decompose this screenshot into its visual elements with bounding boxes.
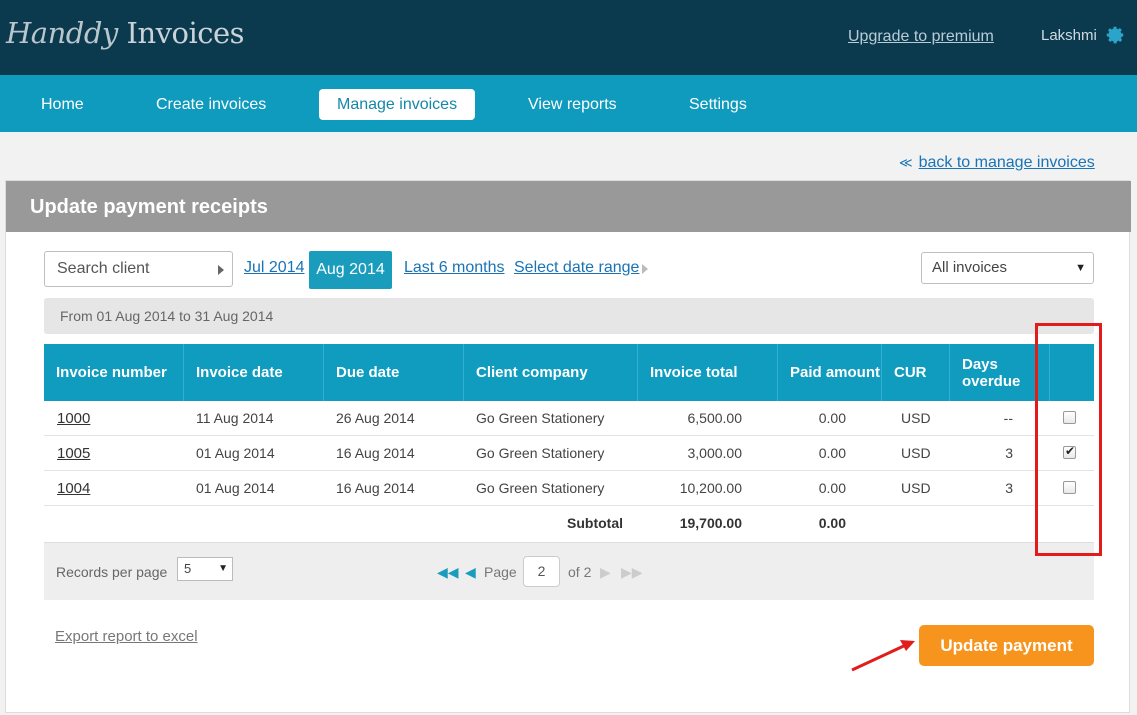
dropdown-arrow-icon: ▼ bbox=[1075, 262, 1086, 274]
column-header-paid-amount[interactable]: Paid amount bbox=[778, 344, 882, 401]
main-nav: Home Create invoices Manage invoices Vie… bbox=[0, 75, 1137, 132]
invoice-date: 01 Aug 2014 bbox=[196, 445, 275, 461]
app-logo[interactable]: Handdy Invoices bbox=[6, 16, 245, 50]
search-client-label: Search client bbox=[57, 260, 150, 277]
days-overdue: -- bbox=[1003, 410, 1013, 426]
invoice-total: 6,500.00 bbox=[687, 410, 743, 426]
invoice-filter-select[interactable]: All invoices ▼ bbox=[921, 252, 1094, 284]
update-payment-button[interactable]: Update payment bbox=[919, 625, 1094, 666]
invoice-date: 01 Aug 2014 bbox=[196, 480, 275, 496]
top-bar: Handdy Invoices Upgrade to premium Laksh… bbox=[0, 0, 1137, 75]
column-header-invoice-total[interactable]: Invoice total bbox=[638, 344, 778, 401]
back-link-label: back to manage invoices bbox=[918, 154, 1095, 171]
export-report-link[interactable]: Export report to excel bbox=[55, 628, 198, 645]
page-number-input[interactable]: 2 bbox=[523, 556, 560, 587]
logo-text: Invoices bbox=[117, 16, 245, 50]
subtotal-invoice-total: 19,700.00 bbox=[679, 515, 742, 531]
invoice-date: 11 Aug 2014 bbox=[196, 410, 274, 426]
date-range-text: From 01 Aug 2014 to 31 Aug 2014 bbox=[44, 298, 1094, 334]
gear-icon[interactable] bbox=[1104, 24, 1126, 46]
first-page-icon[interactable]: ◀◀ bbox=[437, 564, 459, 581]
nav-item-create-invoices[interactable]: Create invoices bbox=[156, 89, 266, 120]
column-header-currency[interactable]: CUR bbox=[882, 344, 950, 401]
pointer-arrow-icon bbox=[851, 640, 915, 672]
update-payment-panel: Update payment receipts Search client Ju… bbox=[5, 180, 1131, 713]
column-header-client-company[interactable]: Client company bbox=[464, 344, 638, 401]
invoice-number-link[interactable]: 1005 bbox=[57, 445, 90, 462]
table-row: 1004 01 Aug 2014 16 Aug 2014 Go Green St… bbox=[44, 471, 1094, 506]
days-overdue: 3 bbox=[1005, 480, 1013, 496]
due-date: 26 Aug 2014 bbox=[336, 410, 415, 426]
currency: USD bbox=[901, 410, 931, 426]
page-label: Page bbox=[484, 564, 517, 580]
paid-amount: 0.00 bbox=[818, 445, 846, 461]
table-row: 1005 01 Aug 2014 16 Aug 2014 Go Green St… bbox=[44, 436, 1094, 471]
date-filter-aug-2014[interactable]: Aug 2014 bbox=[309, 251, 392, 289]
client-company: Go Green Stationery bbox=[476, 480, 605, 496]
logo-script: Handdy bbox=[6, 16, 118, 50]
currency: USD bbox=[901, 480, 931, 496]
page-total-label: of 2 bbox=[568, 564, 592, 580]
back-to-manage-invoices-link[interactable]: ≪ back to manage invoices bbox=[899, 154, 1095, 172]
column-header-due-date[interactable]: Due date bbox=[324, 344, 464, 401]
column-header-invoice-date[interactable]: Invoice date bbox=[184, 344, 324, 401]
date-filter-select-range[interactable]: Select date range bbox=[514, 259, 639, 277]
paid-amount: 0.00 bbox=[818, 480, 846, 496]
records-per-page-label: Records per page bbox=[56, 564, 168, 580]
date-filter-last-6-months[interactable]: Last 6 months bbox=[404, 259, 505, 277]
table-header: Invoice number Invoice date Due date Cli… bbox=[44, 344, 1094, 401]
date-filter-jul-2014[interactable]: Jul 2014 bbox=[244, 259, 305, 277]
invoice-total: 3,000.00 bbox=[687, 445, 743, 461]
invoice-total: 10,200.00 bbox=[679, 480, 742, 496]
previous-page-icon[interactable]: ◀ bbox=[465, 564, 476, 581]
highlight-box bbox=[1035, 323, 1102, 556]
double-chevron-left-icon: ≪ bbox=[899, 155, 913, 170]
last-page-icon[interactable]: ▶▶ bbox=[621, 564, 643, 581]
upgrade-link[interactable]: Upgrade to premium bbox=[848, 28, 994, 46]
subtotal-label: Subtotal bbox=[567, 515, 623, 531]
client-company: Go Green Stationery bbox=[476, 410, 605, 426]
table-row: 1000 11 Aug 2014 26 Aug 2014 Go Green St… bbox=[44, 401, 1094, 436]
user-name[interactable]: Lakshmi bbox=[1041, 27, 1097, 44]
subtotal-paid-amount: 0.00 bbox=[818, 515, 846, 531]
caret-right-icon bbox=[218, 265, 224, 275]
invoice-number-link[interactable]: 1000 bbox=[57, 410, 90, 427]
currency: USD bbox=[901, 445, 931, 461]
invoice-number-link[interactable]: 1004 bbox=[57, 480, 90, 497]
records-per-page-select[interactable]: 5 ▼ bbox=[177, 557, 233, 581]
due-date: 16 Aug 2014 bbox=[336, 445, 415, 461]
page-title: Update payment receipts bbox=[30, 196, 268, 218]
next-page-icon[interactable]: ▶ bbox=[600, 564, 611, 581]
table-footer: Records per page 5 ▼ ◀◀ ◀ Page 2 of 2 ▶ … bbox=[44, 542, 1094, 600]
due-date: 16 Aug 2014 bbox=[336, 480, 415, 496]
client-company: Go Green Stationery bbox=[476, 445, 605, 461]
paid-amount: 0.00 bbox=[818, 410, 846, 426]
records-per-page-value: 5 bbox=[184, 561, 192, 576]
panel-header: Update payment receipts bbox=[6, 181, 1131, 232]
nav-item-home[interactable]: Home bbox=[41, 89, 84, 120]
invoice-filter-value: All invoices bbox=[932, 259, 1008, 276]
nav-item-manage-invoices[interactable]: Manage invoices bbox=[319, 89, 476, 120]
caret-right-icon bbox=[642, 264, 648, 274]
nav-item-settings[interactable]: Settings bbox=[689, 89, 747, 120]
days-overdue: 3 bbox=[1005, 445, 1013, 461]
subtotal-row: Subtotal 19,700.00 0.00 bbox=[44, 506, 1094, 541]
dropdown-arrow-icon: ▼ bbox=[218, 563, 228, 574]
search-client-dropdown[interactable]: Search client bbox=[44, 251, 233, 287]
nav-item-view-reports[interactable]: View reports bbox=[528, 89, 617, 120]
column-header-invoice-number[interactable]: Invoice number bbox=[44, 344, 184, 401]
